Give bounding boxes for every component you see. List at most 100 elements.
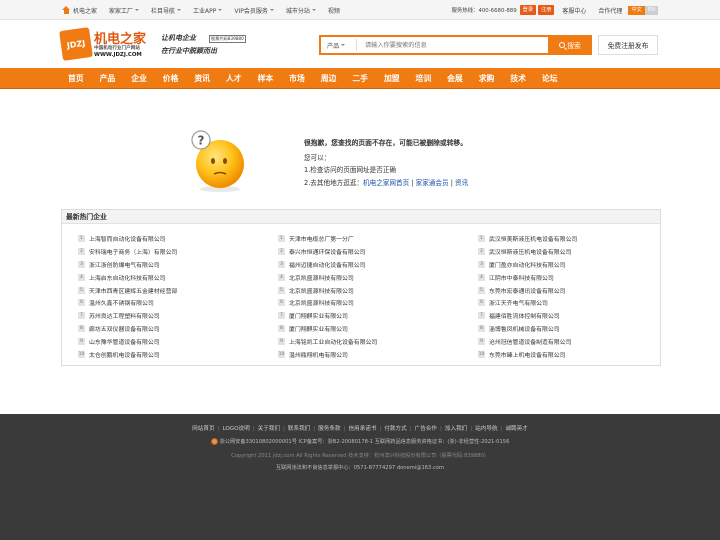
- list-item[interactable]: 7 厦门翔麒实业有限公司: [278, 309, 377, 322]
- nav-companies[interactable]: 企业: [123, 68, 155, 89]
- menu-jiajia-factory[interactable]: 家家工厂: [109, 6, 140, 15]
- member-link[interactable]: 家家通会员: [416, 179, 449, 187]
- footer-link[interactable]: 广告合作: [415, 426, 437, 432]
- footer-link[interactable]: 诚聘英才: [505, 426, 527, 432]
- nav-samples[interactable]: 样本: [250, 68, 282, 89]
- top-bar-right: 服务热线：400-6680-889 登录 注册 客服中心 合作代理 中文 EN: [451, 5, 658, 15]
- list-item[interactable]: 5 东莞市宏泰通讯设备有限公司: [478, 284, 577, 297]
- list-item-number: 9: [78, 338, 85, 346]
- list-item-number: 5: [78, 286, 85, 294]
- menu-column-nav[interactable]: 栏目导航: [151, 6, 182, 15]
- free-register-button[interactable]: 免费注册发布: [598, 35, 658, 55]
- nav-prices[interactable]: 价格: [155, 68, 187, 89]
- nav-talent[interactable]: 人才: [218, 68, 250, 89]
- home-link[interactable]: 机电之家: [62, 6, 97, 15]
- list-item[interactable]: 6 浙江天齐电气有限公司: [478, 296, 577, 309]
- menu-video[interactable]: 视频: [328, 6, 340, 15]
- list-item[interactable]: 2 泰兴市恒通环保设备有限公司: [278, 245, 377, 258]
- list-item-number: 10: [478, 350, 485, 358]
- menu-industry-app[interactable]: 工业APP: [193, 6, 223, 15]
- login-button[interactable]: 登录: [519, 5, 537, 15]
- footer-link[interactable]: 联系我们: [288, 426, 310, 432]
- list-item[interactable]: 8 廊坊五双仪器设备有限公司: [78, 322, 177, 335]
- footer-link[interactable]: 网站首页: [192, 426, 214, 432]
- list-item[interactable]: 7 苏州良达工程塑料有限公司: [78, 309, 177, 322]
- footer: 网站首页 | LOGO说明 | 关于我们 | 联系我们 | 服务条款 | 信用承诺书 | 付款方式 | 广告…: [0, 414, 720, 540]
- list-item[interactable]: 1 天津市电缆总厂第一分厂: [278, 232, 377, 245]
- list-item[interactable]: 2 武汉恒斯液压机电设备有限公司: [478, 245, 577, 258]
- nav-purchase[interactable]: 求购: [471, 68, 503, 89]
- home-page-link[interactable]: 机电之家网首页: [363, 179, 409, 187]
- footer-link[interactable]: 信用承诺书: [348, 426, 376, 432]
- stock-code-badge: 股票代码839880: [209, 35, 246, 43]
- list-item[interactable]: 3 厦门盈亦自动化科技有限公司: [478, 258, 577, 271]
- company-name: 北京凯盛源科技有限公司: [289, 275, 354, 282]
- nav-exhibition[interactable]: 会展: [439, 68, 471, 89]
- nav-news[interactable]: 资讯: [186, 68, 218, 89]
- link-separator: |: [282, 426, 285, 432]
- nav-secondhand[interactable]: 二手: [344, 68, 376, 89]
- menu-vip-service[interactable]: VIP会员服务: [234, 6, 274, 15]
- list-item-number: 7: [278, 312, 285, 320]
- company-name: 东莞市宏泰通讯设备有限公司: [489, 288, 566, 295]
- hot-companies-col-1: 1 上海智而自动化设备有限公司 2 安科瑞电子商务（上海）有限公司 3 浙江浙创防爆电气有…: [78, 232, 177, 361]
- search-category-label: 产品: [327, 42, 340, 50]
- list-item[interactable]: 8 淄博鲁凤机械设备有限公司: [478, 322, 577, 335]
- list-item[interactable]: 6 温州久鑫不锈钢有限公司: [78, 296, 177, 309]
- nav-home[interactable]: 首页: [61, 68, 92, 89]
- list-item[interactable]: 1 上海智而自动化设备有限公司: [78, 232, 177, 245]
- register-button[interactable]: 注册: [538, 5, 555, 15]
- footer-link[interactable]: 站内导航: [475, 426, 497, 432]
- list-item[interactable]: 9 沧州冠信管道设备制造有限公司: [478, 335, 577, 348]
- list-item[interactable]: 10 太仓创鹏机电设备有限公司: [78, 348, 177, 361]
- list-item[interactable]: 10 温州鼎翔机电有限公司: [278, 348, 377, 361]
- list-item-number: 5: [278, 286, 285, 294]
- menu-city-station[interactable]: 城市分站: [286, 6, 316, 15]
- list-item[interactable]: 3 福州迈捷自动化设备有限公司: [278, 258, 377, 271]
- search-input[interactable]: [357, 38, 548, 52]
- search-button[interactable]: 搜索: [548, 35, 592, 55]
- nav-peripheral[interactable]: 周边: [313, 68, 345, 89]
- list-item[interactable]: 8 厦门翔麒实业有限公司: [278, 322, 377, 335]
- list-item[interactable]: 4 北京凯盛源科技有限公司: [278, 271, 377, 284]
- customer-center-link[interactable]: 客服中心: [562, 6, 586, 15]
- company-name: 温州鼎翔机电有限公司: [289, 352, 348, 359]
- list-item[interactable]: 5 天津市西青区建辉五金建材经营部: [78, 284, 177, 297]
- list-item[interactable]: 3 浙江浙创防爆电气有限公司: [78, 258, 177, 271]
- search-category-select[interactable]: 产品: [321, 39, 357, 51]
- nav-market[interactable]: 市场: [281, 68, 313, 89]
- svg-text:?: ?: [198, 134, 205, 148]
- list-item[interactable]: 1 武汉恒美斯液压机电设备有限公司: [478, 232, 577, 245]
- news-link[interactable]: 资讯: [455, 179, 468, 187]
- list-item[interactable]: 2 安科瑞电子商务（上海）有限公司: [78, 245, 177, 258]
- footer-icp: 浙公网安备33010802000001号 ICP备案号：浙B2-20080178…: [0, 438, 720, 445]
- list-item[interactable]: 4 上海启东自动化科技有限公司: [78, 271, 177, 284]
- footer-link[interactable]: LOGO说明: [222, 426, 249, 432]
- footer-report: 互联网违法和不良信息举报中心：0571-87774297 donemi@163.…: [275, 465, 445, 471]
- footer-link[interactable]: 服务条款: [318, 426, 340, 432]
- nav-franchise[interactable]: 加盟: [376, 68, 408, 89]
- lang-en-button[interactable]: EN: [644, 5, 658, 15]
- footer-link[interactable]: 关于我们: [258, 426, 280, 432]
- company-name: 沧州冠信管道设备制造有限公司: [489, 340, 572, 347]
- nav-products[interactable]: 产品: [92, 68, 124, 89]
- list-item[interactable]: 10 东莞市臻上机电设备有限公司: [478, 348, 577, 361]
- list-item[interactable]: 9 上海铭凯工业自动化设备有限公司: [278, 335, 377, 348]
- nav-training[interactable]: 培训: [408, 68, 440, 89]
- link-separator: |: [500, 426, 503, 432]
- agency-link[interactable]: 合作代理: [598, 6, 622, 15]
- list-item[interactable]: 7 福建佰胜流体控制有限公司: [478, 309, 577, 322]
- footer-link[interactable]: 付款方式: [384, 426, 406, 432]
- nav-tech[interactable]: 技术: [502, 68, 534, 89]
- list-item-number: 8: [78, 325, 85, 333]
- footer-link[interactable]: 加入我们: [445, 426, 467, 432]
- link-separator: |: [217, 426, 220, 432]
- logo-mark[interactable]: JDZJ: [59, 27, 93, 61]
- list-item[interactable]: 6 北京凯盛源科技有限公司: [278, 296, 377, 309]
- nav-forum[interactable]: 论坛: [534, 68, 566, 89]
- link-separator: |: [439, 426, 442, 432]
- list-item[interactable]: 4 江阴市中泰科技有限公司: [478, 271, 577, 284]
- list-item[interactable]: 5 北京凯盛源科技有限公司: [278, 284, 377, 297]
- list-item[interactable]: 9 山东豫华管道设备有限公司: [78, 335, 177, 348]
- lang-cn-button[interactable]: 中文: [628, 5, 645, 15]
